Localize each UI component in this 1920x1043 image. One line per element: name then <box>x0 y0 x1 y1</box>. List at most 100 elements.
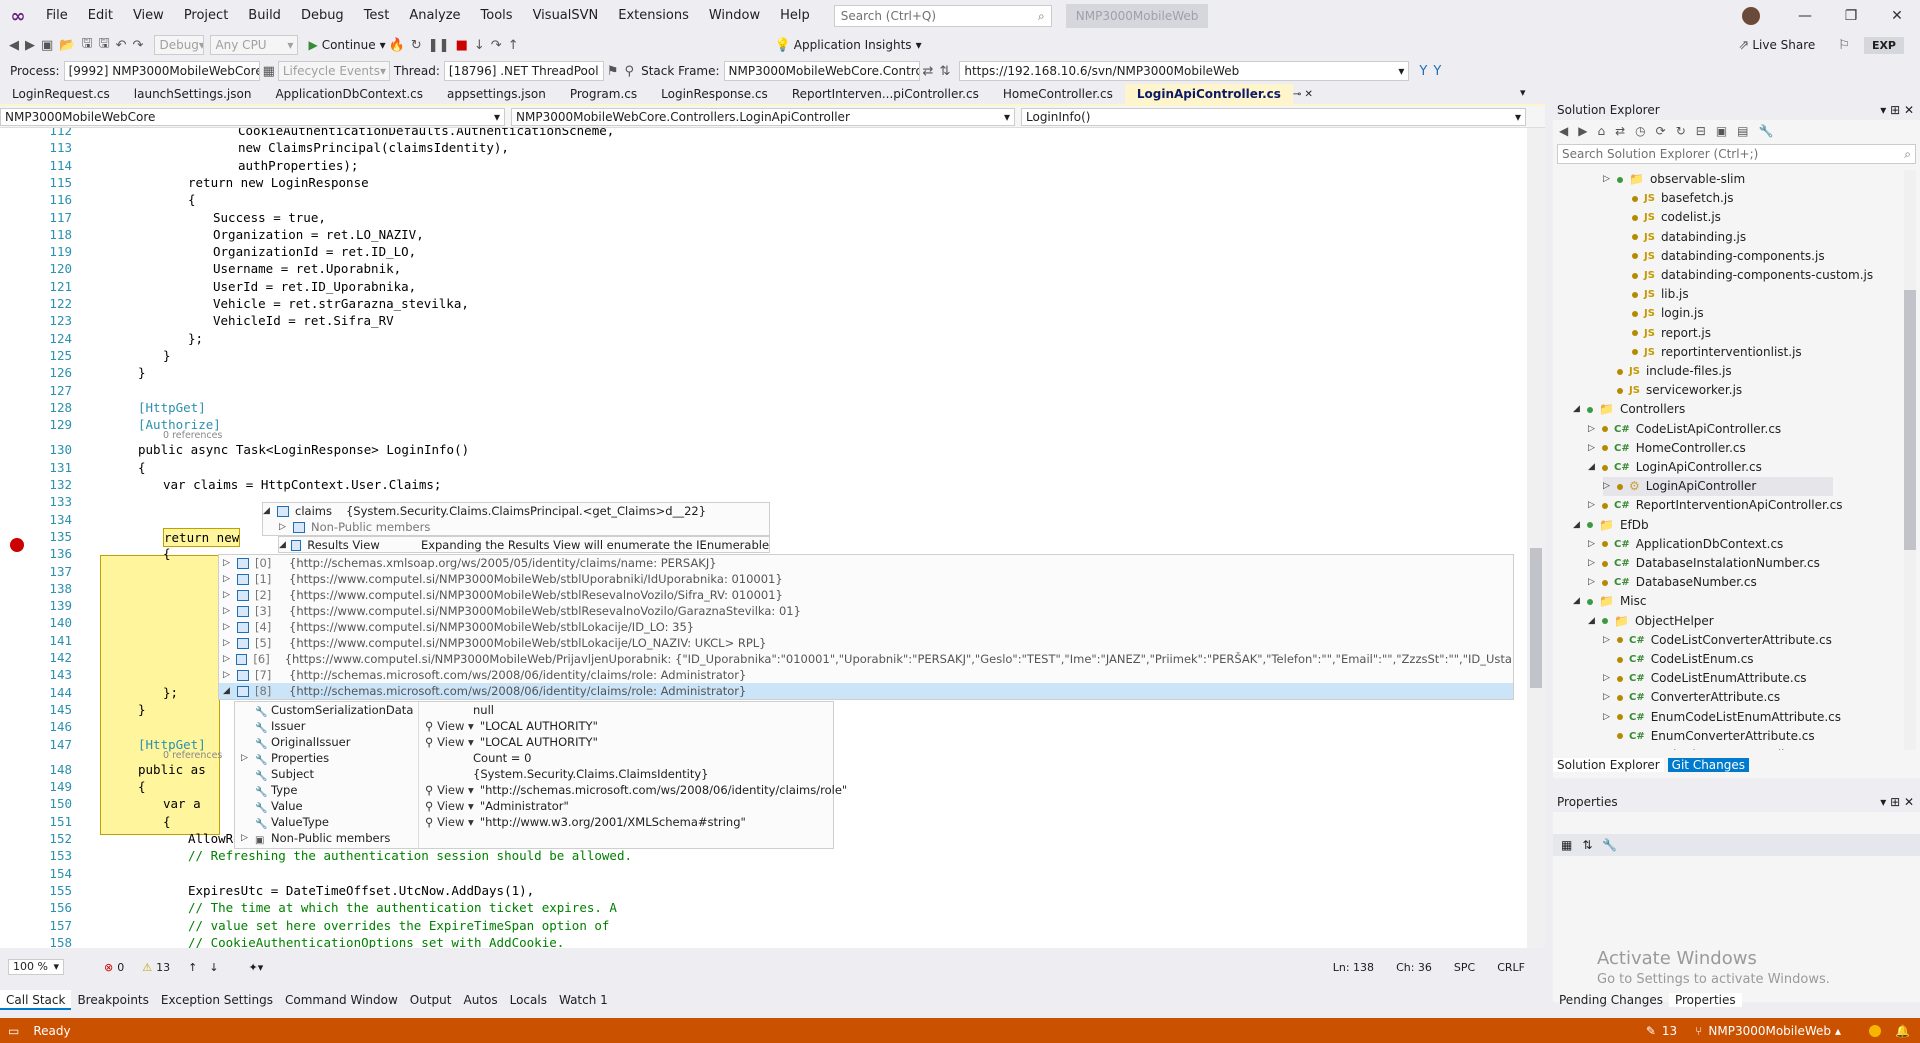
platform-select[interactable]: Any CPU ▾ <box>210 35 299 55</box>
pause-icon[interactable]: ❚❚ <box>428 38 450 53</box>
zoom-select[interactable]: 100 % ▾ <box>8 959 64 975</box>
code-line-119[interactable]: OrganizationId = ret.ID_LO, <box>213 243 416 260</box>
restore-icon[interactable]: ❐ <box>1828 0 1874 32</box>
expand-icon[interactable]: ▷ <box>1588 535 1598 554</box>
tab-reportinterven-picontroller-cs[interactable]: ReportInterven...piController.cs <box>780 84 991 104</box>
warning-count[interactable]: 13 <box>156 961 170 974</box>
claim-member-row[interactable]: 🔧 Type <box>235 782 418 798</box>
claim-row[interactable]: ▷ [4] {https://www.computel.si/NMP3000Mobi… <box>219 619 1513 635</box>
scrollbar-thumb[interactable] <box>1904 290 1916 550</box>
properties-icon[interactable]: 🔧 <box>1759 124 1774 138</box>
code-line-153[interactable]: // Refreshing the authentication session… <box>188 847 632 864</box>
forward-icon[interactable]: ▶ <box>25 38 35 53</box>
tab-autos[interactable]: Autos <box>457 990 503 1010</box>
tab-locals[interactable]: Locals <box>504 990 553 1010</box>
view-button[interactable]: ⚲ View ▾ <box>425 798 474 814</box>
compare-icon[interactable]: ⇄ <box>923 64 934 79</box>
forward-icon[interactable]: ▶ <box>1578 124 1587 138</box>
tree-item-login-js[interactable]: JS login.js <box>1618 304 1704 323</box>
code-line-136[interactable]: { <box>163 545 171 562</box>
new-project-icon[interactable]: ▣ <box>41 38 53 53</box>
tree-item-databinding-js[interactable]: JS databinding.js <box>1618 228 1746 247</box>
tree-item-codelistapicontroller-cs[interactable]: ▷ C# CodeListApiController.cs <box>1588 420 1781 439</box>
step-into-icon[interactable]: ↓ <box>474 38 485 53</box>
code-line-144[interactable]: }; <box>163 684 178 701</box>
code-line-121[interactable]: UserId = ret.ID_Uporabnika, <box>213 278 416 295</box>
expand-icon[interactable]: ▷ <box>1603 688 1613 707</box>
claim-row[interactable]: ◢ [8] {http://schemas.microsoft.com/ws/200… <box>219 683 1513 699</box>
open-icon[interactable]: 📂 <box>59 38 75 53</box>
alphabetical-icon[interactable]: ⇅ <box>1582 838 1592 852</box>
filter-icon[interactable]: ⚲ <box>625 64 635 79</box>
expand-icon[interactable]: ◢ <box>279 537 287 553</box>
claim-row[interactable]: ▷ [6] {https://www.computel.si/NMP3000Mobi… <box>219 651 1513 667</box>
tree-item-include-files-js[interactable]: JS include-files.js <box>1603 362 1732 381</box>
pin-icon[interactable]: ⇅ <box>939 64 950 79</box>
member-select[interactable]: LoginInfo() ▾ <box>1021 107 1526 126</box>
expand-icon[interactable]: ▷ <box>223 651 232 667</box>
menu-visualsvn[interactable]: VisualSVN <box>523 0 609 32</box>
tab-breakpoints[interactable]: Breakpoints <box>71 990 154 1010</box>
tree-item-databasenumber-cs[interactable]: ▷ C# DatabaseNumber.cs <box>1588 573 1757 592</box>
claim-member-row[interactable]: ▷ 🔧 Properties <box>235 750 418 766</box>
view-button[interactable]: ⚲ View ▾ <box>425 718 474 734</box>
code-line-145[interactable]: } <box>138 701 146 718</box>
collapse-icon[interactable]: ◢ <box>1588 612 1598 631</box>
refs-loginInfo[interactable]: 0 references <box>163 430 222 441</box>
claim-row[interactable]: ▷ [2] {https://www.computel.si/NMP3000Mobi… <box>219 587 1513 603</box>
sync-icon[interactable]: ⟳ <box>1656 124 1666 138</box>
panel-window-controls[interactable]: ▾ ⊞ ✕ <box>1880 100 1914 120</box>
code-line-135[interactable]: return new <box>163 527 241 547</box>
code-line-158[interactable]: // CookieAuthenticationOptions set with … <box>188 934 564 948</box>
expand-icon[interactable]: ▷ <box>223 587 233 603</box>
tree-item-reportinterventionapicontroller-cs[interactable]: ▷ C# ReportInterventionApiController.cs <box>1588 496 1843 515</box>
tab-properties[interactable]: Properties <box>1668 993 1742 1007</box>
code-line-117[interactable]: Success = true, <box>213 209 326 226</box>
menu-tools[interactable]: Tools <box>471 0 523 32</box>
claim-row[interactable]: ▷ [3] {https://www.computel.si/NMP3000Mobi… <box>219 603 1513 619</box>
expand-icon[interactable]: ▷ <box>1603 746 1613 750</box>
claim-row[interactable]: ▷ [1] {https://www.computel.si/NMP3000Mobi… <box>219 571 1513 587</box>
menu-build[interactable]: Build <box>238 0 291 32</box>
claim-member-row[interactable]: ▷ ▣ Non-Public members <box>235 830 418 846</box>
tree-item-codelist-js[interactable]: JS codelist.js <box>1618 208 1721 227</box>
expand-icon[interactable]: ▷ <box>241 830 251 846</box>
collapse-icon[interactable]: ◢ <box>1573 592 1583 611</box>
expand-icon[interactable]: ▷ <box>241 750 251 766</box>
svn-url-select[interactable]: https://192.168.10.6/svn/NMP3000MobileWe… <box>959 61 1410 81</box>
tree-item-codelistenumattribute-cs[interactable]: ▷ C# CodeListEnumAttribute.cs <box>1603 669 1807 688</box>
panel-window-controls[interactable]: ▾ ⊞ ✕ <box>1880 792 1914 812</box>
datatip-claims-list[interactable]: ▷ [0] {http://schemas.xmlsoap.org/ws/2005/… <box>218 554 1514 700</box>
code-line-114[interactable]: authProperties); <box>238 157 358 174</box>
datatip-claims-row[interactable]: ◢ claims {System.Security.Claims.ClaimsPri… <box>263 503 769 519</box>
code-line-130[interactable]: public async Task<LoginResponse> LoginIn… <box>138 441 469 458</box>
collapse-icon[interactable]: ◢ <box>1588 458 1598 477</box>
notifications-bell-icon[interactable]: 🔔 <box>1895 1024 1910 1038</box>
application-insights-button[interactable]: 💡 Application Insights ▾ <box>772 38 922 53</box>
lifecycle-events-select[interactable]: Lifecycle Events ▾ <box>277 61 390 81</box>
code-line-149[interactable]: { <box>138 778 146 795</box>
property-pages-icon[interactable]: 🔧 <box>1602 838 1617 852</box>
expand-icon[interactable]: ▷ <box>1603 708 1613 727</box>
tree-item-databinding-components-custom-js[interactable]: JS databinding-components-custom.js <box>1618 266 1873 285</box>
expand-icon[interactable]: ▷ <box>279 519 289 535</box>
minimize-icon[interactable]: — <box>1782 0 1828 32</box>
exp-badge[interactable]: EXP <box>1863 36 1904 54</box>
menu-view[interactable]: View <box>123 0 174 32</box>
tab-exception-settings[interactable]: Exception Settings <box>155 990 279 1010</box>
output-icon[interactable]: ▭ <box>8 1024 19 1038</box>
menu-project[interactable]: Project <box>174 0 238 32</box>
code-line-118[interactable]: Organization = ret.LO_NAZIV, <box>213 226 424 243</box>
menu-edit[interactable]: Edit <box>78 0 123 32</box>
svn-commit-icon[interactable]: Y <box>1433 64 1441 79</box>
notification-icon[interactable] <box>1869 1024 1882 1037</box>
tab-applicationdbcontext-cs[interactable]: ApplicationDbContext.cs <box>263 84 435 104</box>
code-line-112[interactable]: CookieAuthenticationDefaults.Authenticat… <box>238 128 614 139</box>
expand-icon[interactable]: ▷ <box>223 603 233 619</box>
code-cleanup-icon[interactable]: ✦▾ <box>249 961 264 974</box>
tree-scrollbar[interactable] <box>1904 170 1916 750</box>
tree-item-controllers[interactable]: ◢ 📁 Controllers <box>1573 400 1685 419</box>
restart-icon[interactable]: ↻ <box>411 38 422 53</box>
expand-icon[interactable]: ▷ <box>1588 496 1598 515</box>
code-line-132[interactable]: var claims = HttpContext.User.Claims; <box>163 476 441 493</box>
